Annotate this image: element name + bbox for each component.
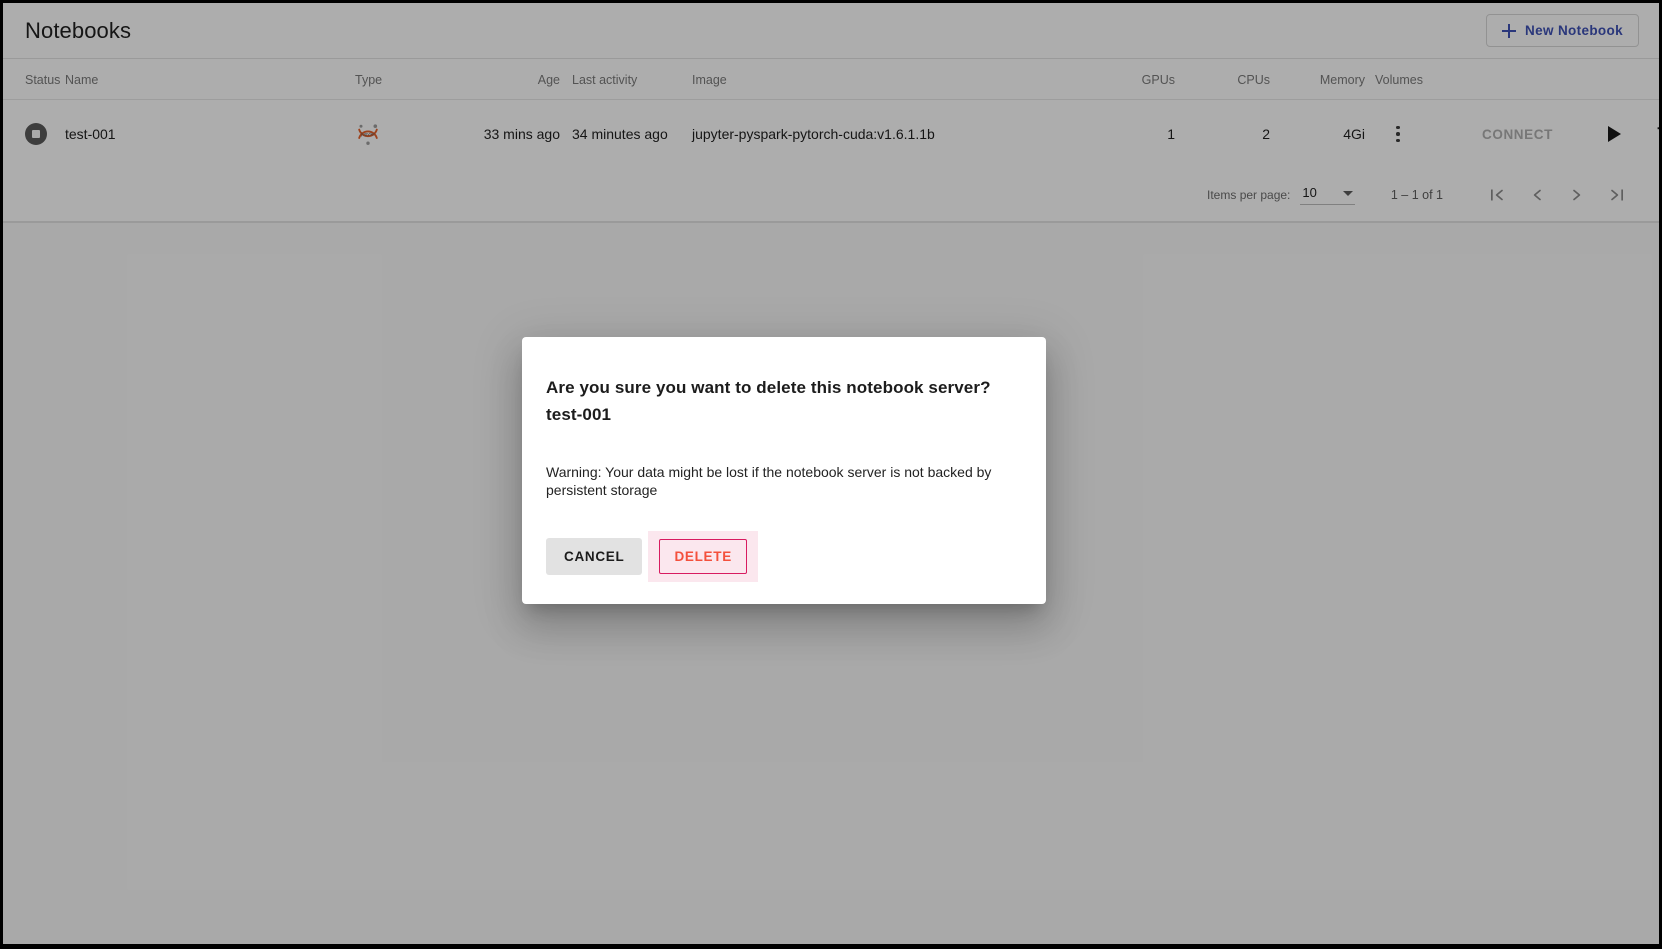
delete-confirmation-dialog: Are you sure you want to delete this not… (522, 337, 1046, 604)
dialog-title: Are you sure you want to delete this not… (546, 378, 991, 424)
delete-button-focus-ring: DELETE (648, 531, 758, 582)
dialog-actions: CANCEL DELETE (546, 531, 1022, 582)
delete-button[interactable]: DELETE (659, 539, 747, 574)
cancel-button[interactable]: CANCEL (546, 538, 643, 575)
app-root: Notebooks New Notebook Status Name Type … (3, 3, 1659, 944)
dialog-message: Warning: Your data might be lost if the … (546, 464, 992, 498)
